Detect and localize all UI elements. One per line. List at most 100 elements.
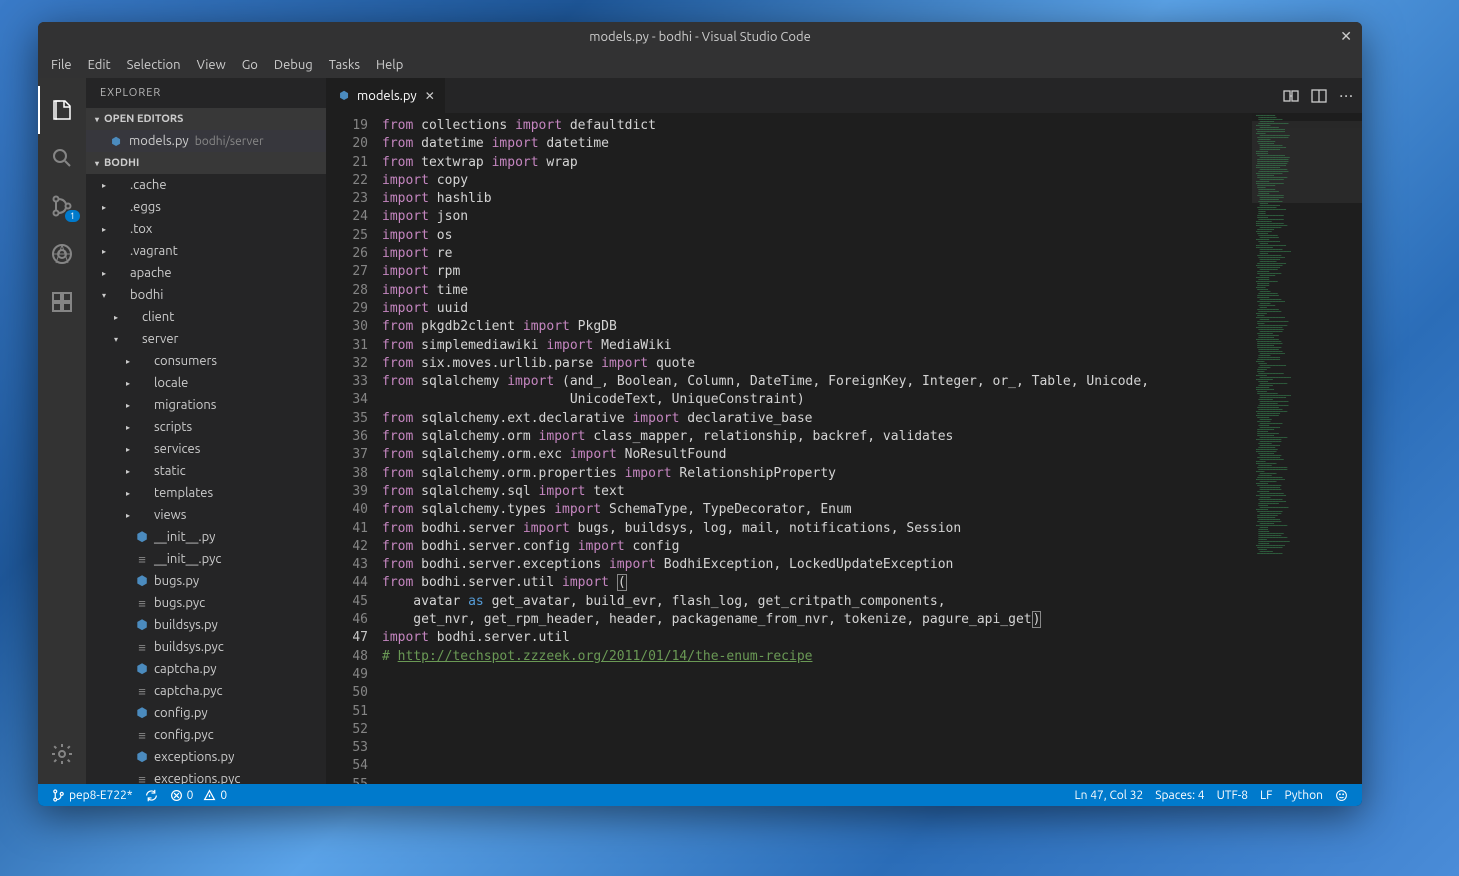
tree-label: .vagrant [130,244,178,258]
folder-item[interactable]: ▸apache [86,262,326,284]
language-mode[interactable]: Python [1278,789,1329,802]
indentation[interactable]: Spaces: 4 [1149,789,1210,802]
folder-item[interactable]: ▸.eggs [86,196,326,218]
branch-name: pep8-E722* [69,789,133,802]
folder-item[interactable]: ▸consumers [86,350,326,372]
open-editor-item[interactable]: ⬢ models.py bodhi/server [86,130,326,152]
chevron-icon: ▸ [98,247,110,256]
eol[interactable]: LF [1254,789,1278,802]
chevron-icon: ▾ [110,335,122,344]
tree-label: migrations [154,398,216,412]
file-item[interactable]: ≡captcha.pyc [86,680,326,702]
folder-item[interactable]: ▸client [86,306,326,328]
chevron-icon: ▸ [122,423,134,432]
menu-view[interactable]: View [189,55,234,75]
scm-badge: 1 [65,210,80,222]
folder-item[interactable]: ▸migrations [86,394,326,416]
folder-item[interactable]: ▸scripts [86,416,326,438]
menu-go[interactable]: Go [234,55,266,75]
split-editor-icon[interactable] [1311,88,1327,104]
chevron-icon: ▸ [122,357,134,366]
python-file-icon: ⬢ [134,662,150,677]
file-item[interactable]: ≡config.pyc [86,724,326,746]
minimap[interactable]: ▬▬▬▬▬▬▬▬▬▬▬▬▬▬▬▬ ▬▬▬▬▬▬▬▬▬▬▬▬▬▬▬ ▬▬▬▬▬▬▬… [1252,113,1362,784]
open-editors-section[interactable]: ▾ OPEN EDITORS [86,108,326,130]
tree-label: captcha.py [154,662,217,676]
settings-gear-icon[interactable] [38,730,86,778]
git-branch[interactable]: pep8-E722* [46,789,139,802]
folder-item[interactable]: ▸.cache [86,174,326,196]
file-item[interactable]: ⬢bugs.py [86,570,326,592]
file-item[interactable]: ≡exceptions.pyc [86,768,326,784]
main-area: 1 EXPLORER ▾ OPEN EDITORS ⬢ models.py bo… [38,78,1362,784]
tree-label: bugs.py [154,574,199,588]
compare-icon[interactable] [1283,88,1299,104]
binary-file-icon: ≡ [134,684,150,699]
file-item[interactable]: ⬢config.py [86,702,326,724]
folder-item[interactable]: ▸ .tox [86,218,326,240]
tree-label: .tox [130,222,152,236]
tree-label: buildsys.py [154,618,218,632]
window-title: models.py - bodhi - Visual Studio Code [589,30,811,44]
folder-item[interactable]: ▸views [86,504,326,526]
window-close-button[interactable]: ✕ [1340,28,1352,45]
python-file-icon: ⬢ [336,88,352,104]
chevron-icon: ▸ [98,225,110,234]
file-item[interactable]: ⬢buildsys.py [86,614,326,636]
menu-tasks[interactable]: Tasks [321,55,368,75]
titlebar[interactable]: models.py - bodhi - Visual Studio Code ✕ [38,22,1362,52]
open-editor-path: bodhi/server [195,135,264,148]
tree-label: server [142,332,178,346]
extensions-icon[interactable] [38,278,86,326]
cursor-position[interactable]: Ln 47, Col 32 [1069,789,1150,802]
menu-selection[interactable]: Selection [119,55,189,75]
file-item[interactable]: ⬢__init__.py [86,526,326,548]
menu-help[interactable]: Help [368,55,411,75]
search-icon[interactable] [38,134,86,182]
open-editor-filename: models.py [129,134,189,148]
chevron-icon: ▸ [122,489,134,498]
file-item[interactable]: ⬢exceptions.py [86,746,326,768]
menu-edit[interactable]: Edit [80,55,119,75]
folder-item[interactable]: ▸services [86,438,326,460]
folder-item[interactable]: ▸templates [86,482,326,504]
encoding[interactable]: UTF-8 [1211,789,1254,802]
workspace-section[interactable]: ▾ BODHI [86,152,326,174]
binary-file-icon: ≡ [134,728,150,743]
chevron-icon: ▸ [98,269,110,278]
file-item[interactable]: ⬢ captcha.py [86,658,326,680]
menu-debug[interactable]: Debug [266,55,321,75]
folder-item[interactable]: ▾ server [86,328,326,350]
folder-item[interactable]: ▸ .vagrant [86,240,326,262]
folder-item[interactable]: ▾bodhi [86,284,326,306]
menubar: FileEditSelectionViewGoDebugTasksHelp [38,52,1362,78]
menu-file[interactable]: File [43,55,80,75]
tree-label: services [154,442,200,456]
chevron-icon: ▸ [98,181,110,190]
problems[interactable]: 0 0 [164,789,234,802]
tab-models-py[interactable]: ⬢ models.py ✕ [326,78,446,113]
file-item[interactable]: ≡__init__.pyc [86,548,326,570]
source-control-icon[interactable]: 1 [38,182,86,230]
chevron-down-icon: ▾ [90,159,104,168]
chevron-icon: ▸ [122,511,134,520]
file-item[interactable]: ≡ bugs.pyc [86,592,326,614]
open-editors-label: OPEN EDITORS [104,113,183,125]
more-actions-icon[interactable]: ··· [1339,87,1354,105]
code-content[interactable]: from collections import defaultdictfrom … [382,113,1252,784]
python-file-icon: ⬢ [134,750,150,765]
debug-icon[interactable] [38,230,86,278]
chevron-icon: ▸ [98,203,110,212]
close-tab-icon[interactable]: ✕ [425,89,435,103]
feedback-icon[interactable] [1329,789,1354,802]
editor-body[interactable]: 1920212223242526272829303132333435363738… [326,113,1362,784]
minimap-content: ▬▬▬▬▬▬▬▬▬▬▬▬▬▬▬▬ ▬▬▬▬▬▬▬▬▬▬▬▬▬▬▬ ▬▬▬▬▬▬▬… [1256,115,1358,555]
binary-file-icon: ≡ [134,596,150,611]
tree-label: bugs.pyc [154,596,205,610]
sync-button[interactable] [139,789,164,802]
statusbar: pep8-E722* 0 0 Ln 47, Col 32 Spaces: 4 U… [38,784,1362,806]
file-item[interactable]: ≡buildsys.pyc [86,636,326,658]
folder-item[interactable]: ▸locale [86,372,326,394]
explorer-icon[interactable] [38,86,86,134]
folder-item[interactable]: ▸static [86,460,326,482]
